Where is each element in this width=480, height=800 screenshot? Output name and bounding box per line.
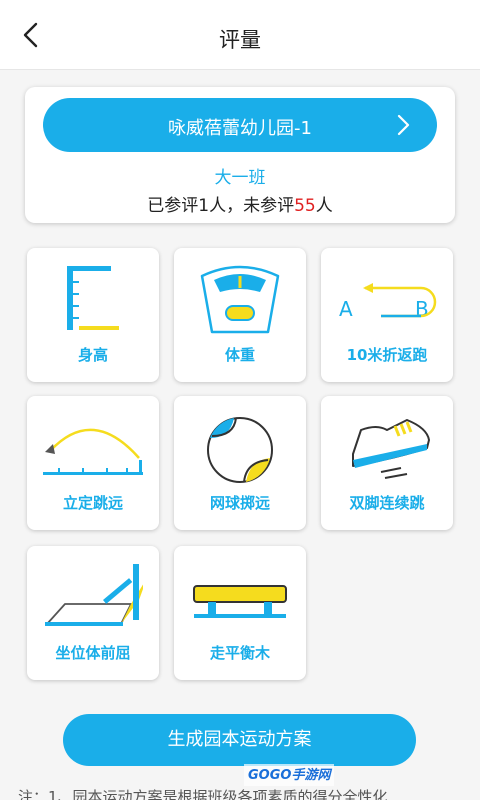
- test-label: 身高: [77, 346, 108, 364]
- test-label: 10米折返跑: [346, 346, 428, 364]
- shuttle-run-icon: A B: [339, 283, 437, 321]
- test-tile-balance-beam[interactable]: 走平衡木: [174, 546, 306, 680]
- school-name: 咏威蓓蕾幼儿园-1: [168, 118, 312, 139]
- test-tile-sit-and-reach[interactable]: 坐位体前屈: [27, 546, 159, 680]
- tennis-ball-icon: [207, 417, 273, 483]
- shuttle-point-a: A: [339, 297, 353, 321]
- weight-scale-icon: [200, 265, 280, 334]
- test-tile-height[interactable]: 身高: [27, 248, 159, 382]
- page-title: 评量: [219, 28, 261, 52]
- class-name: 大一班: [214, 168, 266, 188]
- test-tile-weight[interactable]: 体重: [174, 248, 306, 382]
- note-text: 注：1、园本运动方案是根据班级各项素质的得分全性化: [18, 788, 388, 800]
- status-prefix: 已参评1人，未参评: [147, 196, 295, 216]
- school-card: 咏威蓓蕾幼儿园-1 大一班 已参评1人，未参评55人: [25, 87, 455, 223]
- test-label: 走平衡木: [209, 644, 270, 662]
- evaluation-status: 已参评1人，未参评55人: [25, 191, 455, 216]
- header-bar: 评量: [0, 0, 480, 70]
- height-ruler-icon: [67, 266, 119, 330]
- test-label: 网球掷远: [209, 494, 270, 512]
- test-tile-double-jump[interactable]: 双脚连续跳: [321, 396, 453, 530]
- test-label: 双脚连续跳: [349, 494, 425, 512]
- watermark-logo: GOGO手游网: [244, 764, 335, 786]
- long-jump-icon: [43, 428, 143, 475]
- chevron-right-icon: [397, 114, 410, 136]
- test-tile-shuttle-run[interactable]: A B 10米折返跑: [321, 248, 453, 382]
- test-tile-tennis-throw[interactable]: 网球掷远: [174, 396, 306, 530]
- school-selector-button[interactable]: 咏威蓓蕾幼儿园-1: [43, 98, 437, 152]
- test-label: 体重: [224, 346, 255, 364]
- generate-plan-button[interactable]: 生成园本运动方案: [63, 714, 416, 766]
- sit-and-reach-icon: [45, 564, 143, 626]
- test-label: 坐位体前屈: [55, 644, 131, 662]
- test-tile-long-jump[interactable]: 立定跳远: [27, 396, 159, 530]
- pending-count: 55: [294, 196, 316, 216]
- status-suffix: 人: [315, 196, 333, 216]
- balance-beam-icon: [193, 585, 287, 618]
- jumping-shoe-icon: [352, 419, 430, 479]
- shuttle-point-b: B: [415, 297, 429, 321]
- test-label: 立定跳远: [62, 494, 123, 512]
